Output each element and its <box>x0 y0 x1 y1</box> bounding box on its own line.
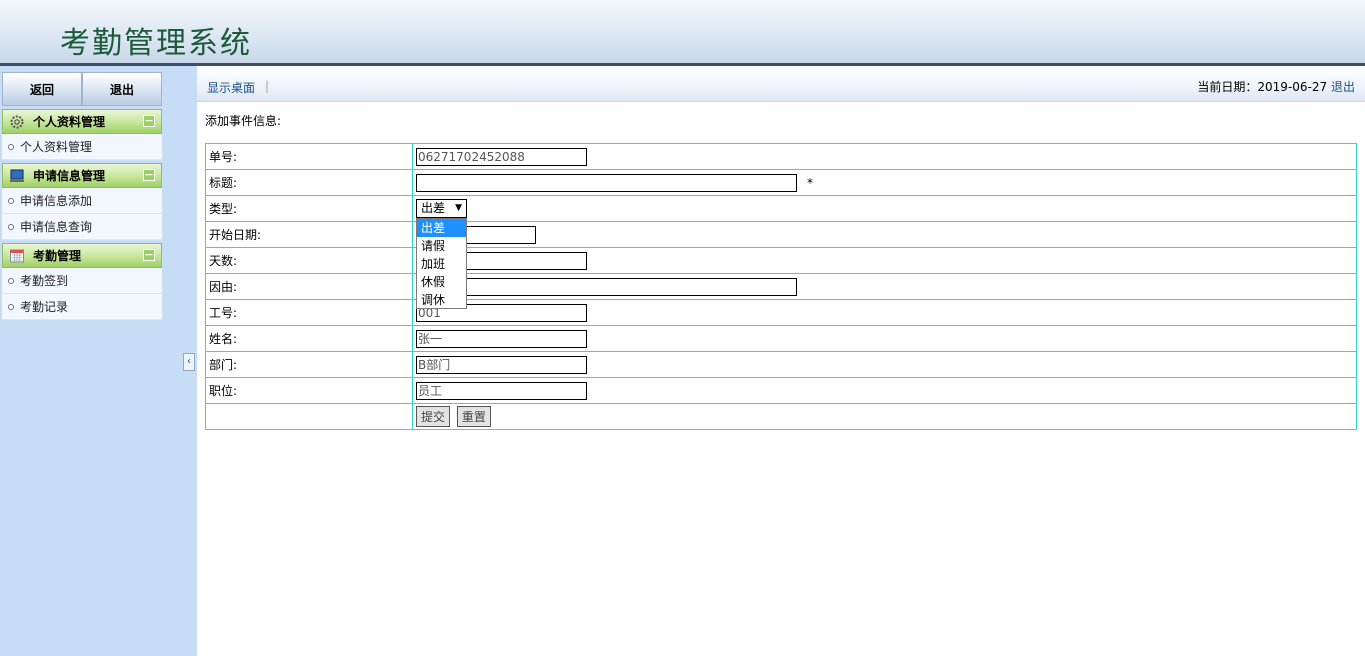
collapse-icon[interactable]: − <box>143 115 155 127</box>
required-mark: * <box>807 175 813 190</box>
type-select[interactable]: 出差 ▼ <box>416 199 467 218</box>
sidebar-item-profile[interactable]: 个人资料管理 <box>2 134 162 160</box>
sidebar-item-label: 申请信息查询 <box>20 220 93 234</box>
sidebar-item-application-query[interactable]: 申请信息查询 <box>2 214 162 240</box>
exit-button[interactable]: 退出 <box>82 72 162 106</box>
form-row-type: 类型: 出差 ▼ <box>205 195 1357 222</box>
topbar-separator: | <box>265 79 270 93</box>
type-select-value: 出差 <box>421 201 446 215</box>
actions-cell: 提交 重置 <box>412 403 1357 430</box>
form-row-department: 部门: <box>205 351 1357 378</box>
department-cell <box>412 351 1357 378</box>
reason-cell <box>412 273 1357 300</box>
form-row-title: 标题: * <box>205 169 1357 196</box>
name-label: 姓名: <box>205 325 413 352</box>
type-cell: 出差 ▼ <box>412 195 1357 222</box>
sidebar-item-label: 个人资料管理 <box>20 140 93 154</box>
sidebar-item-label: 申请信息添加 <box>20 194 93 208</box>
main-content: 显示桌面 | 当前日期：2019-06-27 退出 添加事件信息: 单号: 标题… <box>197 66 1365 656</box>
submit-button[interactable]: 提交 <box>416 406 451 427</box>
sidebar-top-buttons: 返回 退出 <box>2 72 162 106</box>
position-label: 职位: <box>205 377 413 404</box>
reason-field[interactable] <box>416 277 797 296</box>
days-label: 天数: <box>205 247 413 274</box>
title-label: 标题: <box>205 169 413 196</box>
start-date-cell <box>412 221 1357 248</box>
form-row-days: 天数: <box>205 247 1357 274</box>
position-cell <box>412 377 1357 404</box>
type-option[interactable]: 休假 <box>417 273 466 291</box>
app-title: 考勤管理系统 <box>60 26 252 61</box>
menu-group-label: 个人资料管理 <box>33 115 106 129</box>
menu-group-attendance[interactable]: 考勤管理 − <box>2 243 162 268</box>
back-button[interactable]: 返回 <box>2 72 82 106</box>
show-desktop-link[interactable]: 显示桌面 <box>207 79 255 96</box>
reset-button[interactable]: 重置 <box>456 406 491 427</box>
sidebar-item-application-add[interactable]: 申请信息添加 <box>2 188 162 214</box>
form-row-start-date: 开始日期: <box>205 221 1357 248</box>
number-label: 单号: <box>205 143 413 170</box>
bullet-icon <box>8 197 14 204</box>
sidebar: 返回 退出 个人资料管理 − 个人资料管理 申请信息管理 − 申请信息添加 申请… <box>0 66 197 656</box>
name-field[interactable] <box>416 329 587 348</box>
form-row-name: 姓名: <box>205 325 1357 352</box>
add-event-form: 单号: 标题: * 类型: 出差 ▼ 开始日期: 天数: 因由: 工号: 姓名: <box>205 143 1357 430</box>
type-dropdown-list: 出差 请假 加班 休假 调休 <box>416 218 467 309</box>
department-label: 部门: <box>205 351 413 378</box>
actions-spacer <box>205 403 413 430</box>
form-row-actions: 提交 重置 <box>205 403 1357 430</box>
reason-label: 因由: <box>205 273 413 300</box>
name-cell <box>412 325 1357 352</box>
menu-group-profile[interactable]: 个人资料管理 − <box>2 109 162 134</box>
menu-group-label: 考勤管理 <box>33 249 82 263</box>
bullet-icon <box>8 143 14 150</box>
form-row-reason: 因由: <box>205 273 1357 300</box>
menu-group-application[interactable]: 申请信息管理 − <box>2 163 162 188</box>
start-date-label: 开始日期: <box>205 221 413 248</box>
department-field[interactable] <box>416 355 587 374</box>
bullet-icon <box>8 223 14 230</box>
type-label: 类型: <box>205 195 413 222</box>
type-option[interactable]: 出差 <box>417 219 466 237</box>
type-option[interactable]: 调休 <box>417 291 466 309</box>
sidebar-item-records[interactable]: 考勤记录 <box>2 294 162 320</box>
title-cell: * <box>412 169 1357 196</box>
collapse-icon[interactable]: − <box>143 169 155 181</box>
sidebar-item-label: 考勤签到 <box>20 274 69 288</box>
app-header: 考勤管理系统 <box>0 0 1365 66</box>
gear-icon <box>8 113 26 131</box>
menu-group-label: 申请信息管理 <box>33 169 106 183</box>
logout-link[interactable]: 退出 <box>1331 80 1355 94</box>
form-row-employee-id: 工号: <box>205 299 1357 326</box>
current-date: 当前日期：2019-06-27 退出 <box>1197 78 1355 95</box>
sidebar-item-checkin[interactable]: 考勤签到 <box>2 268 162 294</box>
employee-id-cell <box>412 299 1357 326</box>
days-cell <box>412 247 1357 274</box>
sidebar-item-label: 考勤记录 <box>20 300 69 314</box>
position-field[interactable] <box>416 381 587 400</box>
main-topbar: 显示桌面 | 当前日期：2019-06-27 退出 <box>197 66 1365 102</box>
number-cell <box>412 143 1357 170</box>
number-field[interactable] <box>416 147 587 166</box>
bullet-icon <box>8 277 14 284</box>
current-date-label: 当前日期：2019-06-27 <box>1197 80 1328 94</box>
employee-id-label: 工号: <box>205 299 413 326</box>
collapse-icon[interactable]: − <box>143 249 155 261</box>
sidebar-collapse-handle[interactable]: ‹ <box>183 353 195 371</box>
form-row-number: 单号: <box>205 143 1357 170</box>
form-title: 添加事件信息: <box>205 114 282 128</box>
type-option[interactable]: 请假 <box>417 237 466 255</box>
bullet-icon <box>8 303 14 310</box>
type-option[interactable]: 加班 <box>417 255 466 273</box>
monitor-icon <box>8 167 26 185</box>
sidebar-menu: 返回 退出 个人资料管理 − 个人资料管理 申请信息管理 − 申请信息添加 申请… <box>2 72 162 320</box>
calendar-icon <box>8 247 26 265</box>
chevron-down-icon: ▼ <box>455 203 462 213</box>
form-row-position: 职位: <box>205 377 1357 404</box>
title-field[interactable] <box>416 173 797 192</box>
